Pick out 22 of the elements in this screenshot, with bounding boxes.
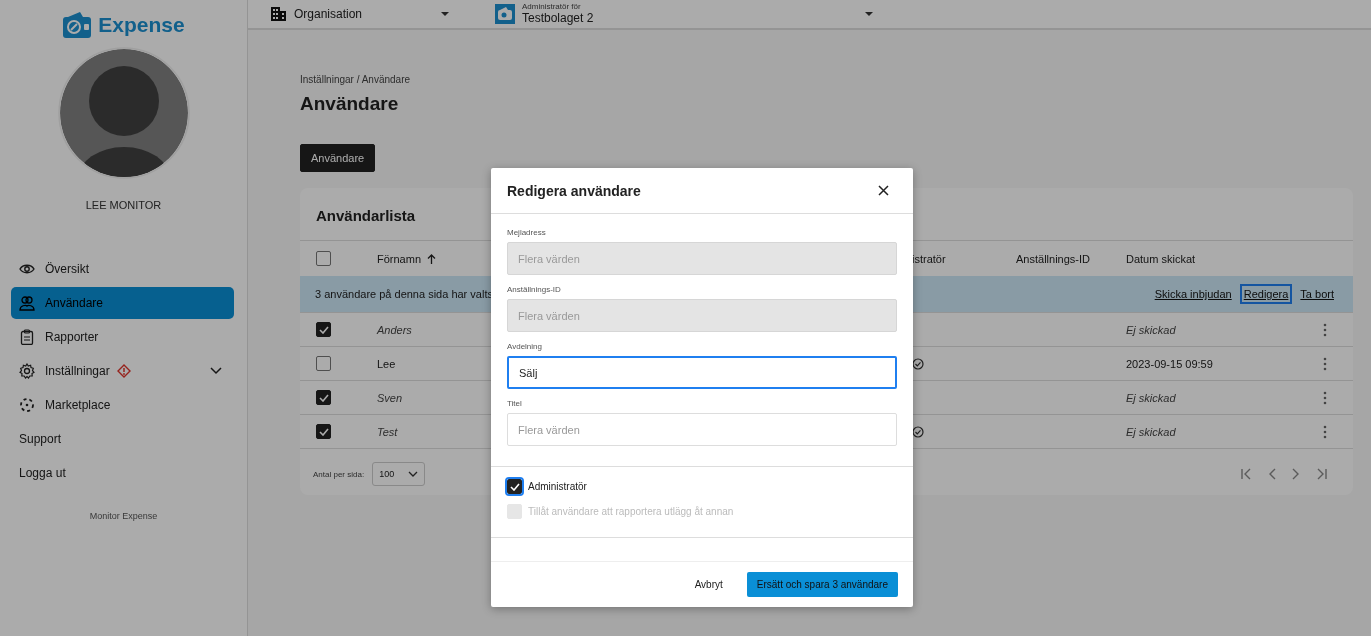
user-name: LEE MONITOR [85, 199, 162, 211]
table-cell: Sven [377, 391, 403, 404]
per-page-label: Antal per sida: [313, 469, 365, 479]
table-cell: Ej skickad [1126, 323, 1176, 336]
table-cell: Test [377, 425, 398, 438]
logo-text: Expense [98, 13, 185, 37]
field-label: Anställnings-ID [507, 285, 562, 294]
footer-text: Monitor Expense [89, 511, 158, 521]
table-cell: Ej skickad [1126, 391, 1176, 404]
dialog-title: Redigera användare [507, 182, 641, 199]
page-title: Användare [300, 93, 399, 115]
table-cell: Lee [377, 357, 396, 370]
table-cell: Ej skickad [1126, 425, 1176, 438]
field-label: Avdelning [507, 342, 543, 351]
card-title: Användarlista [316, 207, 416, 224]
table-cell: Anders [377, 323, 412, 336]
checkbox-label: Tillåt användare att rapportera utlägg åt annan [528, 506, 734, 517]
field-label: Titel [507, 399, 523, 408]
field-label: Mejladress [507, 228, 547, 237]
breadcrumb: Inställningar / Användare [300, 74, 411, 85]
table-cell: 2023-09-15 09:59 [1126, 357, 1213, 370]
checkbox-label: Administratör [528, 481, 587, 492]
